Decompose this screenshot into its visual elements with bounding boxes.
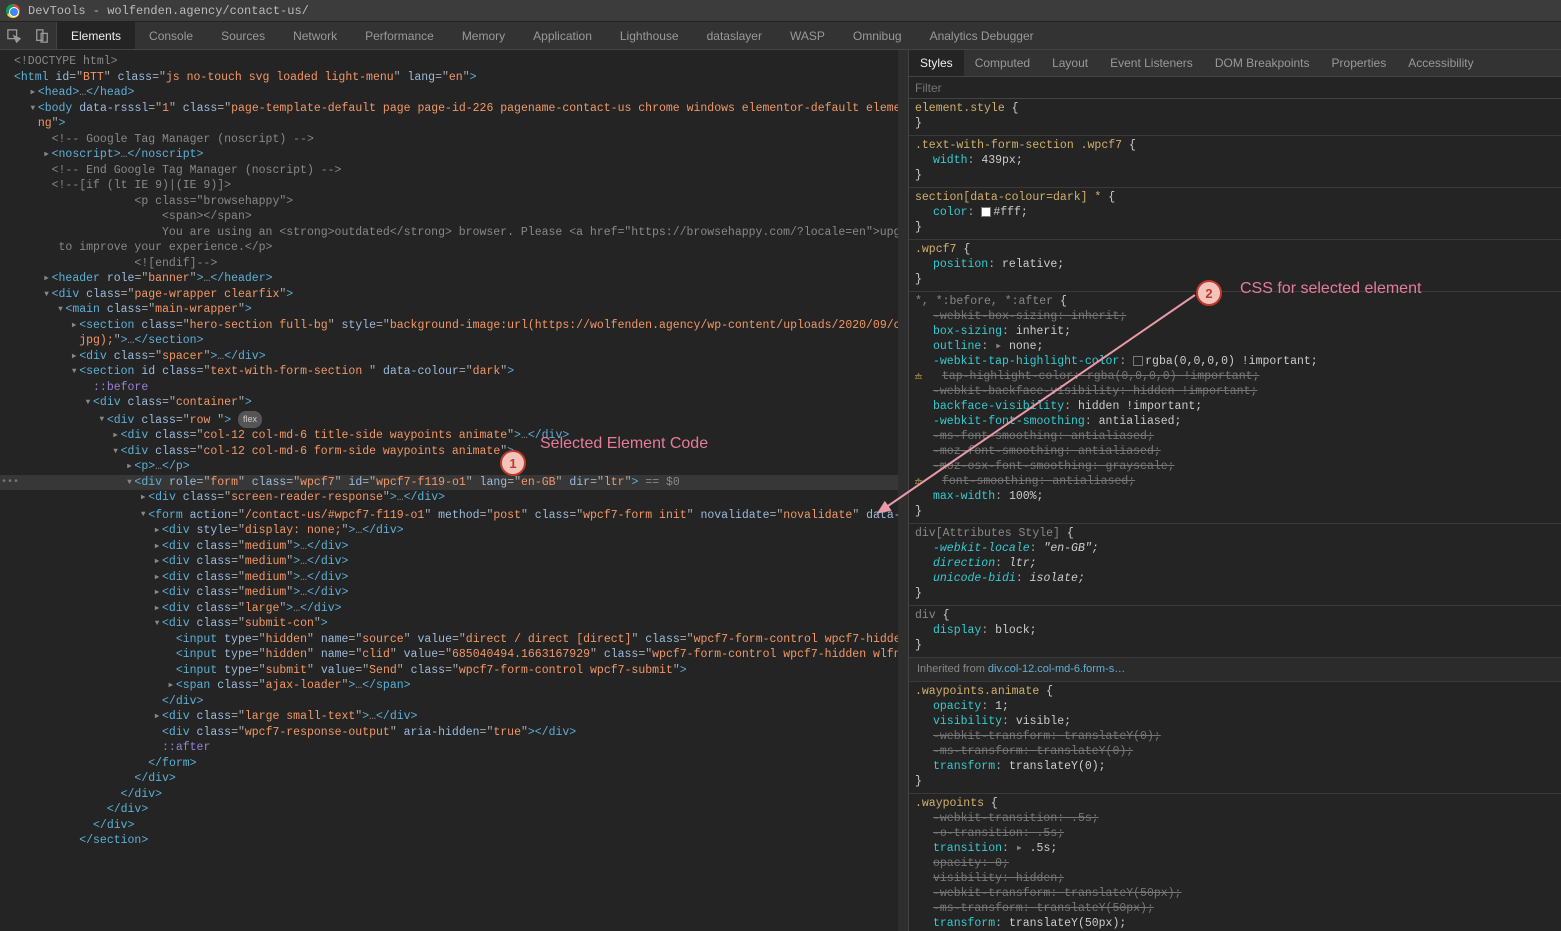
- dom-line[interactable]: ::before: [0, 380, 908, 396]
- dom-line[interactable]: ••• ▾<div role="form" class="wpcf7" id="…: [0, 475, 908, 491]
- styles-tab-event-listeners[interactable]: Event Listeners: [1099, 50, 1204, 76]
- dom-line[interactable]: <!--[if (lt IE 9)|(IE 9)]>: [0, 178, 908, 194]
- dom-line[interactable]: ng">: [0, 116, 908, 132]
- dom-line[interactable]: to improve your experience.</p>: [0, 240, 908, 256]
- dom-line[interactable]: ▾<section id class="text-with-form-secti…: [0, 364, 908, 380]
- dom-line[interactable]: ▸<p>…</p>: [0, 459, 908, 475]
- dom-line[interactable]: ▾<div class="col-12 col-md-6 form-side w…: [0, 444, 908, 460]
- chrome-icon: [6, 4, 20, 18]
- dom-line[interactable]: </div>: [0, 787, 908, 803]
- dom-line[interactable]: </div>: [0, 818, 908, 834]
- dom-line[interactable]: ▸<div style="display: none;">…</div>: [0, 523, 908, 539]
- dom-line[interactable]: <input type="hidden" name="clid" value="…: [0, 647, 908, 663]
- dom-line[interactable]: ▾<div class="page-wrapper clearfix">: [0, 287, 908, 303]
- dom-line[interactable]: <html id="BTT" class="js no-touch svg lo…: [0, 70, 908, 86]
- dom-line[interactable]: ▸<div class="medium">…</div>: [0, 554, 908, 570]
- css-rule[interactable]: .waypoints.animate {opacity: 1;visibilit…: [909, 682, 1561, 794]
- dom-line[interactable]: ▸<div class="medium">…</div>: [0, 570, 908, 586]
- dom-line[interactable]: ▸<div class="large small-text">…</div>: [0, 709, 908, 725]
- styles-tab-properties[interactable]: Properties: [1321, 50, 1398, 76]
- css-rule[interactable]: div[Attributes Style] {-webkit-locale: "…: [909, 524, 1561, 606]
- styles-filter-input[interactable]: [915, 81, 1555, 95]
- tab-console[interactable]: Console: [135, 22, 207, 49]
- css-rule[interactable]: div {display: block;}: [909, 606, 1561, 658]
- dom-line[interactable]: ▾<main class="main-wrapper">: [0, 302, 908, 318]
- styles-tab-computed[interactable]: Computed: [964, 50, 1041, 76]
- dom-line[interactable]: <span></span>: [0, 209, 908, 225]
- dom-line[interactable]: </form>: [0, 756, 908, 772]
- styles-tab-accessibility[interactable]: Accessibility: [1397, 50, 1484, 76]
- dom-line[interactable]: ▾<form action="/contact-us/#wpcf7-f119-o…: [0, 506, 908, 524]
- devtools-tabstrip: ElementsConsoleSourcesNetworkPerformance…: [57, 22, 1561, 49]
- devtools-toolbar: ElementsConsoleSourcesNetworkPerformance…: [0, 22, 1561, 50]
- elements-dom-tree[interactable]: 1 Selected Element Code <!DOCTYPE html><…: [0, 50, 908, 931]
- tab-performance[interactable]: Performance: [351, 22, 448, 49]
- tab-elements[interactable]: Elements: [57, 22, 135, 49]
- dom-line[interactable]: <!DOCTYPE html>: [0, 54, 908, 70]
- dom-line[interactable]: <!-- Google Tag Manager (noscript) -->: [0, 132, 908, 148]
- css-rule[interactable]: .waypoints {-webkit-transition: .5s;-o-t…: [909, 794, 1561, 931]
- dom-line[interactable]: ▸<div class="medium">…</div>: [0, 585, 908, 601]
- dom-line[interactable]: <div class="wpcf7-response-output" aria-…: [0, 725, 908, 741]
- styles-filter-row: [909, 77, 1561, 99]
- dom-line[interactable]: ▸<div class="screen-reader-response">…</…: [0, 490, 908, 506]
- dom-line[interactable]: ▸<div class="medium">…</div>: [0, 539, 908, 555]
- dom-line[interactable]: </div>: [0, 802, 908, 818]
- tab-lighthouse[interactable]: Lighthouse: [606, 22, 693, 49]
- dom-line[interactable]: <!-- End Google Tag Manager (noscript) -…: [0, 163, 908, 179]
- dom-line[interactable]: ▾<div class="row "> flex: [0, 411, 908, 429]
- dom-line[interactable]: ::after: [0, 740, 908, 756]
- dom-line[interactable]: ▸<head>…</head>: [0, 85, 908, 101]
- dom-line[interactable]: ▾<div class="submit-con">: [0, 616, 908, 632]
- inspect-element-icon[interactable]: [0, 22, 28, 49]
- css-rule[interactable]: .wpcf7 {position: relative;}: [909, 240, 1561, 292]
- annotation-badge-2: 2: [1196, 280, 1222, 306]
- tab-sources[interactable]: Sources: [207, 22, 279, 49]
- styles-tab-layout[interactable]: Layout: [1041, 50, 1099, 76]
- dom-line[interactable]: ▸<div class="col-12 col-md-6 title-side …: [0, 428, 908, 444]
- dom-line[interactable]: </div>: [0, 694, 908, 710]
- styles-sidebar: StylesComputedLayoutEvent ListenersDOM B…: [908, 50, 1561, 931]
- dom-line[interactable]: ▸<span class="ajax-loader">…</span>: [0, 678, 908, 694]
- dom-line[interactable]: ▾<div class="container">: [0, 395, 908, 411]
- tab-wasp[interactable]: WASP: [776, 22, 839, 49]
- css-rule[interactable]: .text-with-form-section .wpcf7 {width: 4…: [909, 136, 1561, 188]
- dom-line[interactable]: <![endif]-->: [0, 256, 908, 272]
- dom-line[interactable]: ▸<section class="hero-section full-bg" s…: [0, 318, 908, 334]
- inherited-from-header: Inherited from div.col-12.col-md-6.form-…: [909, 658, 1561, 682]
- dom-line[interactable]: You are using an <strong>outdated</stron…: [0, 225, 908, 241]
- tab-dataslayer[interactable]: dataslayer: [693, 22, 776, 49]
- css-rule[interactable]: *, *:before, *:after {-webkit-box-sizing…: [909, 292, 1561, 524]
- dom-line[interactable]: <p class="browsehappy">: [0, 194, 908, 210]
- dom-line[interactable]: </div>: [0, 771, 908, 787]
- dom-line[interactable]: jpg);">…</section>: [0, 333, 908, 349]
- tab-application[interactable]: Application: [519, 22, 606, 49]
- dom-line[interactable]: ▸<div class="large">…</div>: [0, 601, 908, 617]
- styles-tabstrip: StylesComputedLayoutEvent ListenersDOM B…: [909, 50, 1561, 77]
- styles-tab-styles[interactable]: Styles: [909, 50, 964, 76]
- tab-omnibug[interactable]: Omnibug: [839, 22, 916, 49]
- dom-line[interactable]: <input type="submit" value="Send" class=…: [0, 663, 908, 679]
- annotation-text-2: CSS for selected element: [1240, 280, 1421, 298]
- window-titlebar: DevTools - wolfenden.agency/contact-us/: [0, 0, 1561, 22]
- tab-network[interactable]: Network: [279, 22, 351, 49]
- window-title: DevTools - wolfenden.agency/contact-us/: [28, 4, 309, 18]
- tab-memory[interactable]: Memory: [448, 22, 519, 49]
- device-toolbar-icon[interactable]: [28, 22, 56, 49]
- dom-line[interactable]: </section>: [0, 833, 908, 849]
- tab-analytics-debugger[interactable]: Analytics Debugger: [916, 22, 1048, 49]
- annotation-badge-1: 1: [500, 450, 526, 476]
- dom-line[interactable]: ▸<div class="spacer">…</div>: [0, 349, 908, 365]
- dom-line[interactable]: <input type="hidden" name="source" value…: [0, 632, 908, 648]
- annotation-text-1: Selected Element Code: [540, 435, 708, 453]
- styles-tab-dom-breakpoints[interactable]: DOM Breakpoints: [1204, 50, 1321, 76]
- dom-line[interactable]: ▸<header role="banner">…</header>: [0, 271, 908, 287]
- styles-rules-list[interactable]: element.style {}.text-with-form-section …: [909, 99, 1561, 931]
- dom-line[interactable]: ▸<noscript>…</noscript>: [0, 147, 908, 163]
- dom-line[interactable]: ▾<body data-rsssl="1" class="page-templa…: [0, 101, 908, 117]
- css-rule[interactable]: section[data-colour=dark] * {color: #fff…: [909, 188, 1561, 240]
- css-rule[interactable]: element.style {}: [909, 99, 1561, 136]
